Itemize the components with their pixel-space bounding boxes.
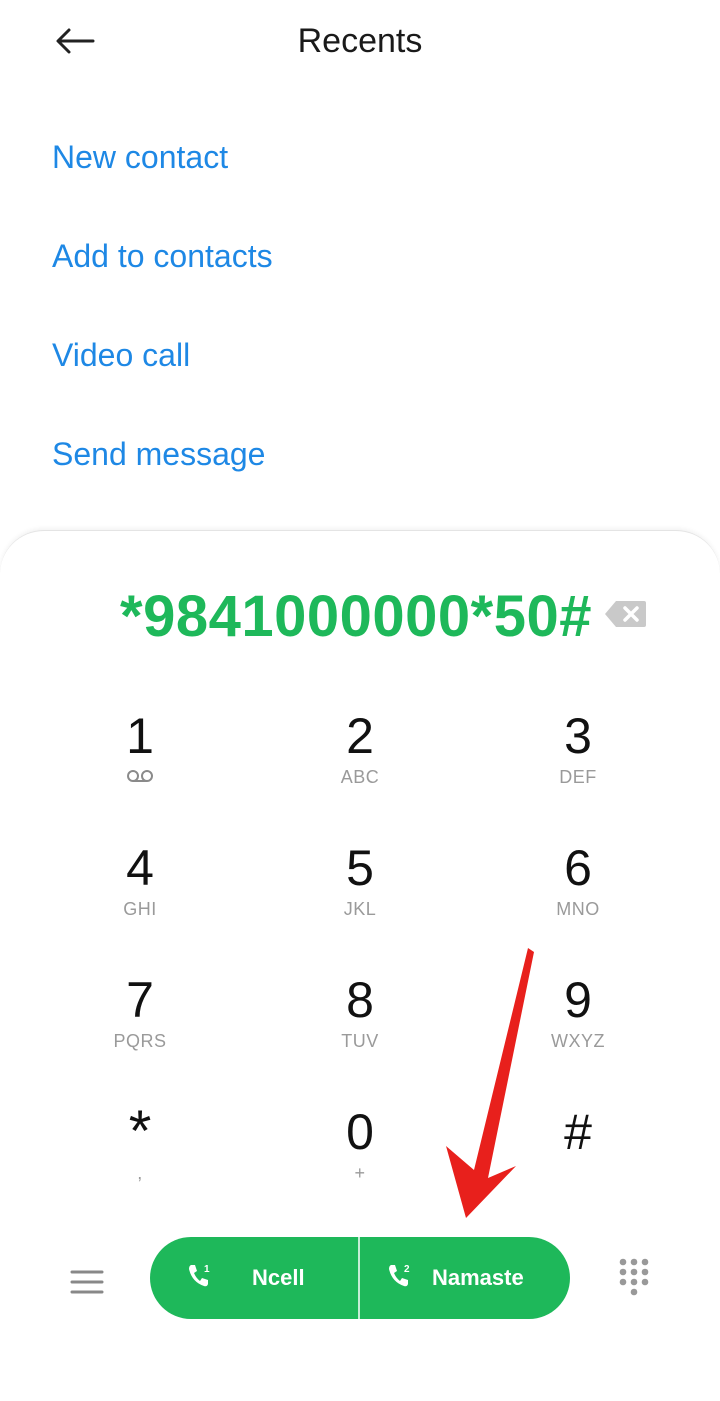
- key-9[interactable]: 9 WXYZ: [498, 965, 658, 1075]
- dialed-number: *9841000000*50#: [120, 584, 592, 649]
- key-6[interactable]: 6 MNO: [498, 833, 658, 943]
- key-letters: MNO: [556, 899, 600, 919]
- dialpad-toggle-button[interactable]: [618, 1257, 650, 1303]
- key-letters: WXYZ: [551, 1031, 605, 1051]
- key-8[interactable]: 8 TUV: [280, 965, 440, 1075]
- key-letters: TUV: [341, 1031, 379, 1051]
- sim2-badge: 2: [404, 1264, 410, 1275]
- backspace-button[interactable]: [604, 599, 648, 629]
- key-digit: *: [128, 1099, 152, 1164]
- hamburger-menu-icon: [70, 1270, 104, 1294]
- key-digit: 8: [346, 972, 374, 1028]
- video-call-option[interactable]: Video call: [52, 326, 273, 425]
- key-digit: 2: [346, 708, 374, 764]
- page-title: Recents: [297, 22, 423, 60]
- send-message-option[interactable]: Send message: [52, 425, 273, 524]
- key-digit: 1: [126, 708, 154, 764]
- key-star[interactable]: * ,: [60, 1097, 220, 1207]
- key-digit: 3: [564, 708, 592, 764]
- phone-sim1-icon: 1: [186, 1262, 216, 1295]
- key-letters: GHI: [123, 899, 157, 919]
- dialpad-icon: [619, 1258, 649, 1296]
- action-menu: New contact Add to contacts Video call S…: [52, 128, 273, 524]
- dialer-panel: *9841000000*50# 1 2 ABC 3 DEF 4 GHI 5 JK…: [0, 530, 720, 1401]
- sim2-label: Namaste: [432, 1265, 524, 1290]
- key-5[interactable]: 5 JKL: [280, 833, 440, 943]
- backspace-icon: [605, 601, 646, 627]
- key-digit: 5: [346, 840, 374, 896]
- key-hash[interactable]: #: [498, 1097, 658, 1207]
- menu-button[interactable]: [68, 1263, 106, 1301]
- key-letters: PQRS: [113, 1031, 167, 1051]
- key-0[interactable]: 0 +: [280, 1097, 440, 1207]
- new-contact-option[interactable]: New contact: [52, 128, 273, 227]
- sim1-label: Ncell: [252, 1265, 305, 1290]
- key-letters: JKL: [343, 899, 377, 919]
- voicemail-icon: [60, 767, 220, 788]
- key-letters: +: [354, 1163, 366, 1183]
- call-sim2-button[interactable]: 2 Namaste: [360, 1237, 570, 1319]
- key-digit: 6: [564, 840, 592, 896]
- phone-sim2-icon: 2: [386, 1262, 416, 1295]
- key-letters: ABC: [340, 767, 380, 787]
- key-digit: 4: [126, 840, 154, 896]
- key-4[interactable]: 4 GHI: [60, 833, 220, 943]
- sim-call-buttons: 1 Ncell 2 Namaste: [150, 1237, 570, 1319]
- key-digit: 0: [346, 1104, 374, 1160]
- key-3[interactable]: 3 DEF: [498, 701, 658, 811]
- key-1[interactable]: 1: [60, 701, 220, 811]
- key-7[interactable]: 7 PQRS: [60, 965, 220, 1075]
- add-to-contacts-option[interactable]: Add to contacts: [52, 227, 273, 326]
- number-display[interactable]: *9841000000*50#: [0, 583, 592, 653]
- key-2[interactable]: 2 ABC: [280, 701, 440, 811]
- header: Recents: [0, 0, 720, 90]
- call-sim1-button[interactable]: 1 Ncell: [150, 1237, 358, 1319]
- key-digit: 9: [564, 972, 592, 1028]
- sim1-badge: 1: [204, 1264, 210, 1275]
- key-digit: #: [564, 1104, 592, 1160]
- key-digit: 7: [126, 972, 154, 1028]
- key-letters: DEF: [559, 767, 597, 787]
- call-action-bar: 1 Ncell 2 Namaste: [0, 1237, 720, 1327]
- key-letters: ,: [137, 1163, 143, 1183]
